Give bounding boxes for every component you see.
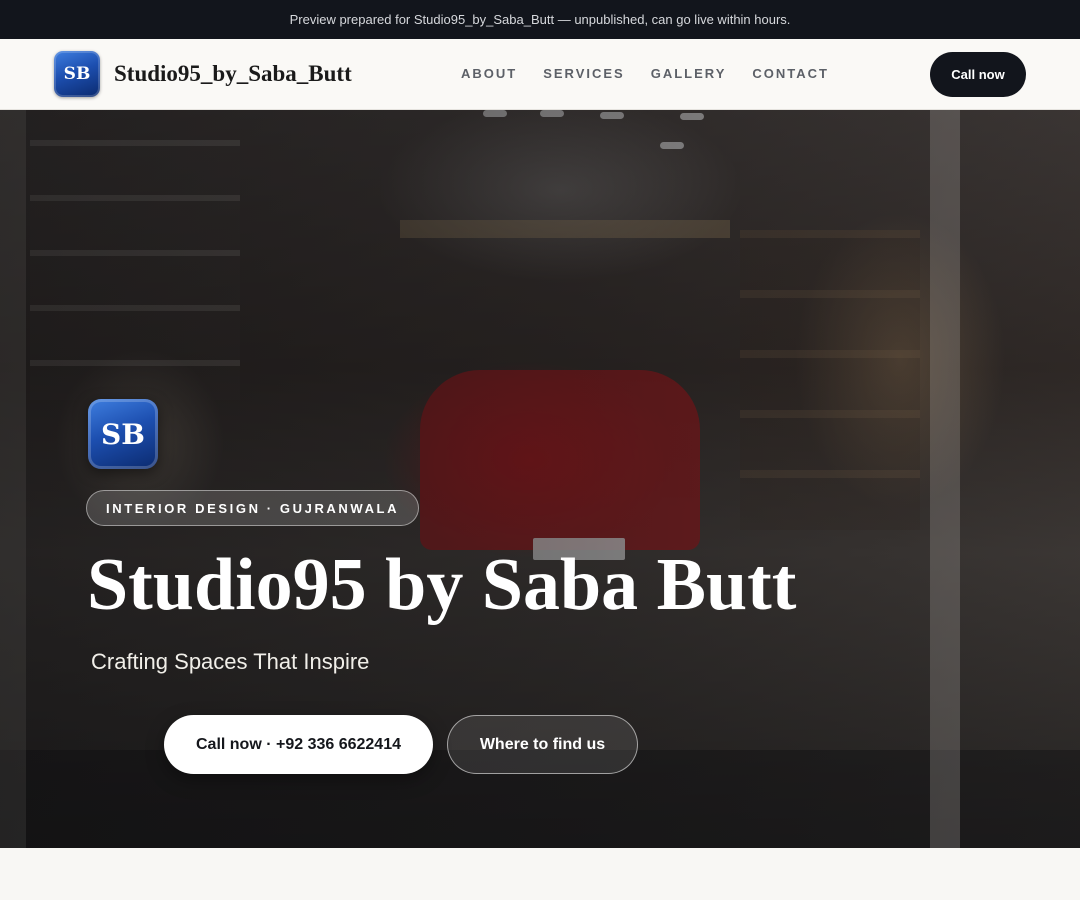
brand-logo-initials: SB: [63, 64, 91, 84]
preview-banner: Preview prepared for Studio95_by_Saba_Bu…: [0, 0, 1080, 39]
next-section: [0, 848, 1080, 900]
preview-banner-text: Preview prepared for Studio95_by_Saba_Bu…: [289, 12, 791, 27]
call-now-button[interactable]: Call now: [930, 52, 1026, 97]
hero-subtitle: Crafting Spaces That Inspire: [91, 649, 370, 674]
nav-link-services[interactable]: SERVICES: [543, 66, 625, 81]
nav-link-gallery[interactable]: GALLERY: [651, 66, 727, 81]
site-header: SB Studio95_by_Saba_Butt ABOUT SERVICES …: [0, 39, 1080, 110]
hero-logo: SB: [88, 399, 158, 469]
brand-logo[interactable]: SB: [54, 51, 100, 97]
call-phone-button[interactable]: Call now · +92 336 6622414: [164, 715, 433, 774]
hero-tagline-pill: INTERIOR DESIGN · GUJRANWALA: [86, 490, 420, 526]
nav-link-contact[interactable]: CONTACT: [752, 66, 829, 81]
main-nav: ABOUT SERVICES GALLERY CONTACT: [461, 66, 829, 81]
hero-section: SB INTERIOR DESIGN · GUJRANWALA Studio95…: [0, 110, 1080, 848]
brand-name[interactable]: Studio95_by_Saba_Butt: [114, 61, 352, 87]
find-us-button[interactable]: Where to find us: [447, 715, 638, 774]
nav-link-about[interactable]: ABOUT: [461, 66, 517, 81]
hero-title: Studio95 by Saba Butt: [87, 544, 797, 626]
hero-logo-initials: SB: [101, 417, 145, 451]
